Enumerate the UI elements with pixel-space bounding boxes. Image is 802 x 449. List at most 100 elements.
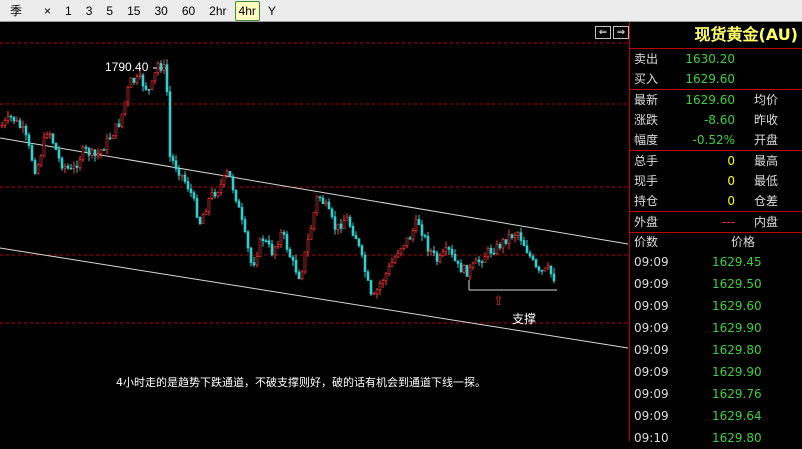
- tick-row: 09:09 1629.60: [630, 295, 802, 317]
- candle-body: [516, 232, 520, 236]
- stat-label: 持仓: [634, 194, 659, 208]
- tick-time: 09:09: [634, 387, 669, 401]
- candle-body: [246, 231, 250, 249]
- tick-row: 09:10 1629.80: [630, 427, 802, 449]
- candle-body: [435, 252, 439, 262]
- stat-value: 0: [727, 174, 735, 188]
- candle-body: [228, 171, 232, 177]
- candle-body: [306, 239, 310, 253]
- stat-value: ---: [722, 215, 735, 229]
- candle-body: [192, 192, 196, 199]
- candle-body: [267, 240, 271, 245]
- stat-row: 最新 1629.60 均价: [630, 90, 802, 110]
- period-button-9[interactable]: 4hr: [234, 0, 260, 21]
- tick-time: 09:09: [634, 299, 669, 313]
- candle-body: [387, 265, 391, 274]
- candle-body: [498, 243, 502, 249]
- candle-body: [519, 232, 523, 241]
- candle-body: [489, 247, 493, 254]
- candle-body: [441, 251, 445, 256]
- candle-body: [393, 256, 397, 263]
- candle-body: [69, 167, 73, 170]
- candle-body: [483, 256, 487, 263]
- candle-body: [417, 219, 421, 226]
- candle-body: [411, 230, 415, 240]
- candle-body: [549, 265, 553, 275]
- candle-body: [333, 216, 337, 230]
- stat-row: 外盘 --- 内盘: [630, 212, 802, 233]
- candle-body: [18, 120, 22, 128]
- candle-body: [381, 280, 385, 284]
- candle-body: [159, 63, 163, 71]
- candle-body: [429, 250, 433, 252]
- tick-price: 1629.90: [712, 321, 762, 335]
- stat-value: 1629.60: [685, 93, 735, 107]
- candle-body: [135, 76, 139, 83]
- candle-body: [138, 74, 142, 77]
- period-button-8[interactable]: 2hr: [203, 2, 232, 20]
- candle-body: [117, 123, 121, 128]
- candle-body: [153, 72, 157, 82]
- candle-body: [30, 145, 34, 161]
- candle-body: [495, 243, 499, 254]
- candle-body: [3, 119, 7, 126]
- tick-time: 09:09: [634, 321, 669, 335]
- scroll-left-icon[interactable]: ⇐: [595, 26, 611, 39]
- candle-body: [156, 63, 160, 73]
- tick-list[interactable]: 09:09 1629.45 09:09 1629.50 09:09 1629.60 09:0…: [630, 251, 802, 449]
- period-button-7[interactable]: 60: [176, 2, 201, 20]
- candle-body: [402, 245, 406, 249]
- scroll-right-icon[interactable]: ⇒: [613, 26, 629, 39]
- candle-body: [432, 250, 436, 254]
- stat-label: 现手: [634, 174, 659, 188]
- candle-body: [132, 77, 136, 83]
- candle-body: [207, 198, 211, 212]
- candle-body: [534, 259, 538, 268]
- candle-body: [546, 265, 550, 269]
- period-button-close[interactable]: ×: [38, 2, 57, 20]
- candle-body: [111, 135, 115, 139]
- candle-body: [114, 123, 118, 137]
- period-button-6[interactable]: 30: [148, 2, 173, 20]
- candle-body: [357, 238, 361, 247]
- tick-time: 09:09: [634, 409, 669, 423]
- analysis-comment: 4小时走的是趋势下跌通道，不破支撑则好，破的话有机会到通道下线一探。: [116, 376, 486, 389]
- support-label: 支撑: [512, 312, 537, 326]
- tick-time: 09:09: [634, 343, 669, 357]
- candlestick-chart[interactable]: ⇐ ⇒ 1790.40 ⇧ 支撑 4小时走的是趋势下跌通道，不破支撑则好，破的话…: [0, 22, 629, 441]
- period-button-0[interactable]: 季: [4, 2, 28, 20]
- candle-body: [42, 137, 46, 157]
- candle-body: [195, 198, 199, 218]
- candle-body: [459, 263, 463, 273]
- period-button-4[interactable]: 5: [100, 2, 119, 20]
- period-button-3[interactable]: 3: [80, 2, 99, 20]
- candle-body: [444, 247, 448, 253]
- stat-row: 现手 0 最低: [630, 171, 802, 191]
- candle-body: [321, 197, 325, 205]
- period-button-5[interactable]: 15: [121, 2, 146, 20]
- candle-body: [204, 211, 208, 216]
- candle-body: [63, 165, 67, 169]
- tick-row: 09:09 1629.64: [630, 405, 802, 427]
- candle-body: [399, 247, 403, 255]
- candle-body: [198, 217, 202, 225]
- candle-body: [414, 219, 418, 231]
- stat-label-2: 开盘: [754, 133, 779, 147]
- candle-body: [468, 266, 472, 277]
- candle-body: [240, 207, 244, 220]
- candle-body: [99, 149, 103, 155]
- tick-time: 09:09: [634, 255, 669, 269]
- tick-price: 1629.50: [712, 277, 762, 291]
- ticks-header: 价数 价格: [630, 233, 802, 251]
- candle-body: [252, 262, 256, 266]
- candle-body: [87, 148, 91, 156]
- candle-body: [6, 115, 10, 121]
- candle-body: [141, 74, 145, 87]
- period-button-10[interactable]: Y: [262, 2, 282, 20]
- period-button-2[interactable]: 1: [59, 2, 78, 20]
- candle-body: [513, 235, 517, 238]
- stat-label: 幅度: [634, 133, 659, 147]
- chart-nav: ⇐ ⇒: [593, 26, 629, 39]
- candle-body: [336, 223, 340, 230]
- stat-label-2: 最高: [754, 154, 779, 168]
